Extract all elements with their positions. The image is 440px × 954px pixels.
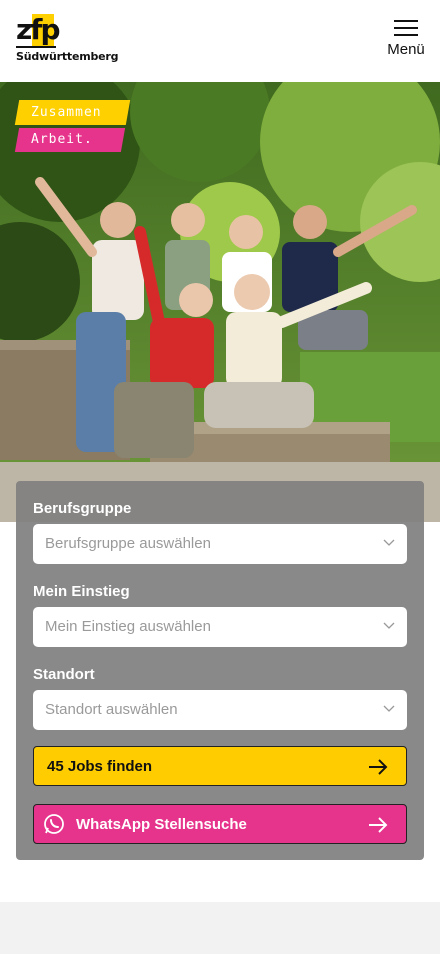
whatsapp-search-button[interactable]: WhatsApp Stellensuche: [33, 804, 407, 844]
standort-select[interactable]: Standort auswählen: [33, 690, 407, 730]
logo-underline: [16, 46, 56, 48]
hero-tag-2-text: Arbeit.: [31, 132, 93, 147]
job-search-panel: Berufsgruppe Berufsgruppe auswählen Mein…: [16, 481, 424, 860]
chevron-down-icon: [383, 705, 395, 712]
einstieg-select[interactable]: Mein Einstieg auswählen: [33, 607, 407, 647]
site-header: zfp Südwürttemberg Menü: [0, 0, 440, 82]
hero-image: Zusammen Arbeit.: [0, 82, 440, 522]
arrow-right-icon: [369, 817, 388, 833]
next-section: [0, 902, 440, 954]
standort-label: Standort: [33, 666, 95, 683]
berufsgruppe-placeholder: Berufsgruppe auswählen: [45, 535, 211, 552]
chevron-down-icon: [383, 539, 395, 546]
find-jobs-label: 45 Jobs finden: [47, 758, 153, 775]
arrow-right-icon: [369, 759, 388, 775]
standort-placeholder: Standort auswählen: [45, 701, 178, 718]
hero-tag-1-text: Zusammen: [31, 105, 102, 120]
hero-tag-1: Zusammen: [14, 100, 130, 125]
berufsgruppe-label: Berufsgruppe: [33, 500, 132, 517]
logo-subtitle: Südwürttemberg: [16, 50, 119, 63]
hero-tag-2: Arbeit.: [14, 128, 125, 152]
zfp-logo[interactable]: zfp Südwürttemberg: [16, 12, 119, 64]
find-jobs-button[interactable]: 45 Jobs finden: [33, 746, 407, 786]
berufsgruppe-select[interactable]: Berufsgruppe auswählen: [33, 524, 407, 564]
menu-button[interactable]: Menü: [386, 16, 426, 62]
hamburger-menu-icon: [394, 18, 418, 36]
chevron-down-icon: [383, 622, 395, 629]
logo-letters: zfp: [16, 13, 61, 46]
einstieg-label: Mein Einstieg: [33, 583, 130, 600]
whatsapp-search-label: WhatsApp Stellensuche: [76, 816, 247, 833]
einstieg-placeholder: Mein Einstieg auswählen: [45, 618, 211, 635]
menu-label: Menü: [387, 41, 425, 58]
whatsapp-icon: [44, 814, 64, 834]
logo-mark: zfp: [16, 12, 61, 48]
